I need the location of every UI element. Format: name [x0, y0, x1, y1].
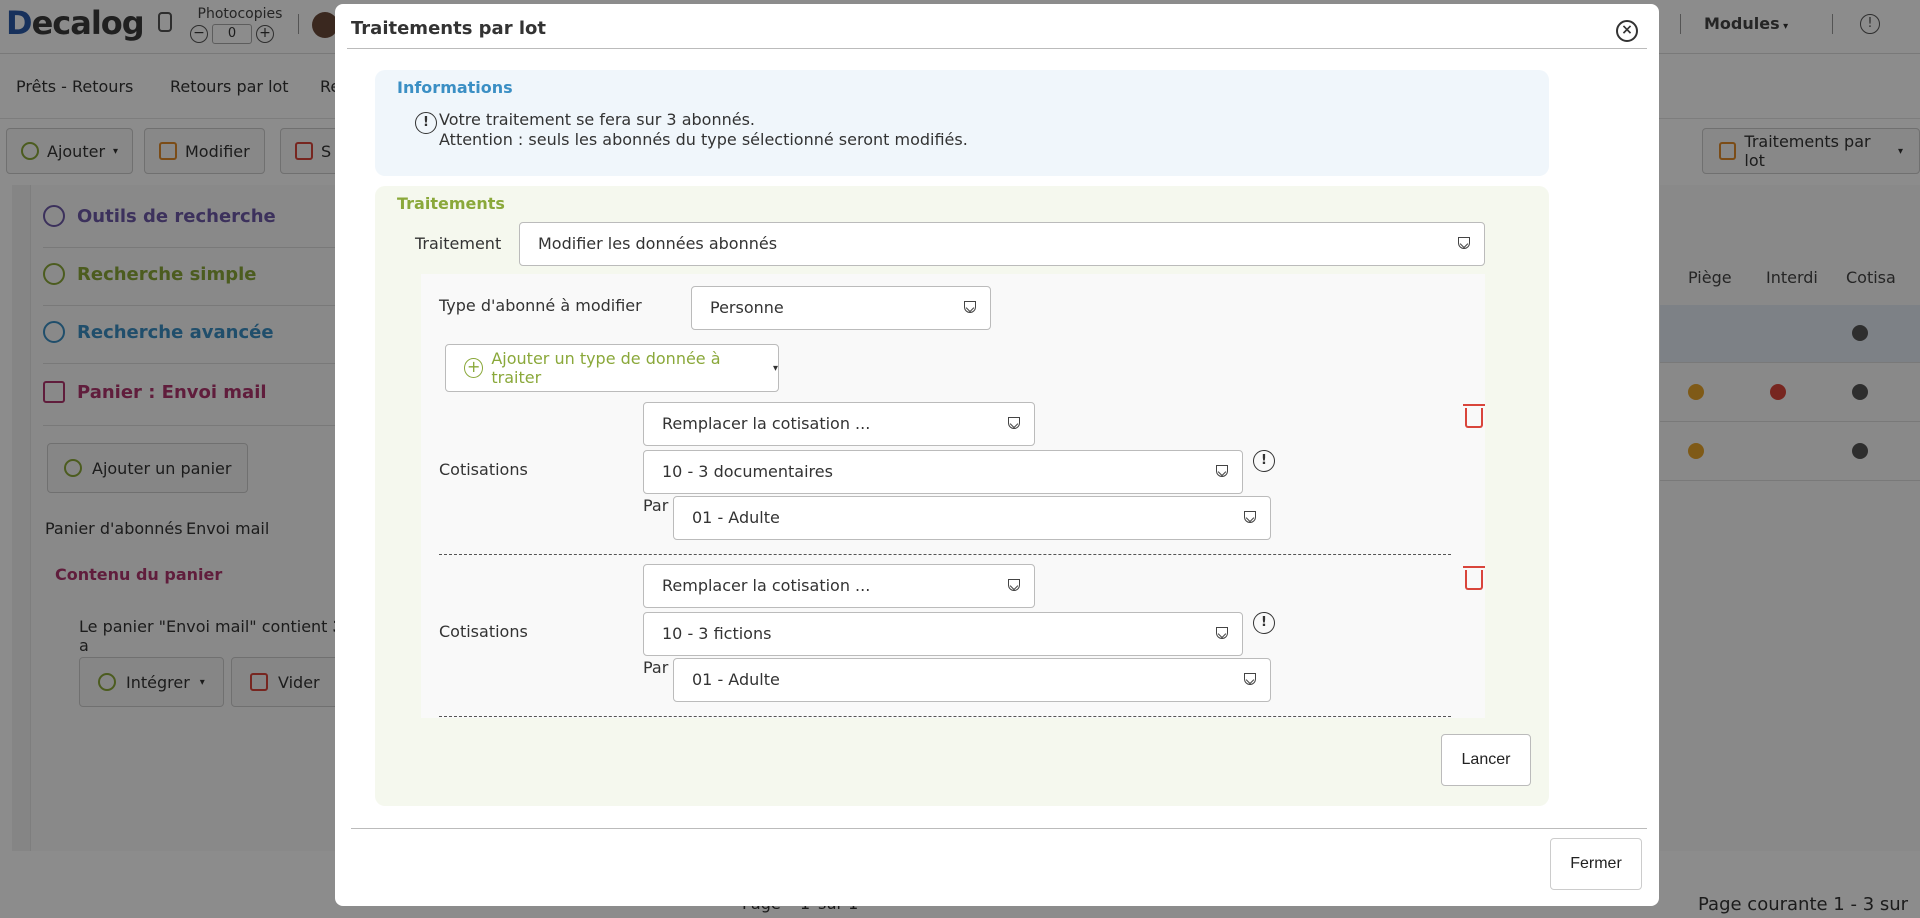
rule-from-select[interactable]: 10 - 3 fictions	[643, 612, 1243, 656]
close-icon[interactable]: ×	[1616, 20, 1638, 42]
rule-action-select[interactable]: Remplacer la cotisation ...	[643, 564, 1035, 608]
subscriber-type-label: Type d'abonné à modifier	[439, 296, 642, 315]
chevron-down-icon	[1244, 673, 1256, 685]
chevron-down-icon	[1244, 511, 1256, 523]
rule-separator	[439, 716, 1451, 717]
launch-button[interactable]: Lancer	[1441, 734, 1531, 786]
rule-label: Cotisations	[439, 460, 528, 479]
treatment-details: Type d'abonné à modifier Personne + Ajout…	[421, 274, 1485, 718]
info-line-2: Attention : seuls les abonnés du type sé…	[439, 130, 968, 149]
trash-icon[interactable]	[1463, 566, 1485, 590]
info-panel: Informations ! Votre traitement se fera …	[375, 70, 1549, 176]
rule-to-select[interactable]: 01 - Adulte	[673, 496, 1271, 540]
treatment-label: Traitement	[415, 234, 502, 253]
close-button[interactable]: Fermer	[1550, 838, 1642, 890]
info-title: Informations	[397, 78, 513, 97]
plus-icon: +	[464, 358, 484, 378]
chevron-down-icon	[1008, 417, 1020, 429]
rule-to-select[interactable]: 01 - Adulte	[673, 658, 1271, 702]
chevron-down-icon	[1216, 627, 1228, 639]
rule-separator	[439, 554, 1451, 555]
treatments-panel: Traitements Traitement Modifier les donn…	[375, 186, 1549, 806]
info-line-1: Votre traitement se fera sur 3 abonnés.	[439, 110, 755, 129]
by-label: Par	[643, 496, 669, 515]
warning-icon: !	[415, 112, 437, 134]
info-icon[interactable]: !	[1253, 612, 1275, 634]
rule-action-select[interactable]: Remplacer la cotisation ...	[643, 402, 1035, 446]
treatment-select[interactable]: Modifier les données abonnés	[519, 222, 1485, 266]
chevron-down-icon	[964, 301, 976, 313]
batch-treatment-modal: Traitements par lot × Informations ! Vot…	[335, 4, 1659, 906]
rule-label: Cotisations	[439, 622, 528, 641]
add-data-type-button[interactable]: + Ajouter un type de donnée à traiter ▾	[445, 344, 779, 392]
info-icon[interactable]: !	[1253, 450, 1275, 472]
subscriber-type-select[interactable]: Personne	[691, 286, 991, 330]
trash-icon[interactable]	[1463, 404, 1485, 428]
divider	[347, 48, 1647, 49]
chevron-down-icon	[1008, 579, 1020, 591]
treatments-title: Traitements	[397, 194, 505, 213]
chevron-down-icon	[1216, 465, 1228, 477]
by-label: Par	[643, 658, 669, 677]
chevron-down-icon	[1458, 237, 1470, 249]
divider	[351, 828, 1647, 829]
modal-title: Traitements par lot	[351, 18, 546, 39]
rule-from-select[interactable]: 10 - 3 documentaires	[643, 450, 1243, 494]
